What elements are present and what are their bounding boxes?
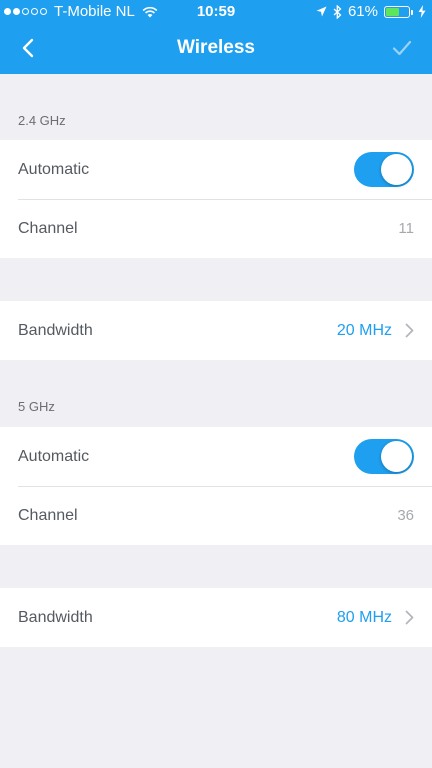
battery-icon	[384, 5, 413, 18]
channel-row-2-4ghz[interactable]: Channel 11	[0, 199, 432, 258]
battery-level-fill	[386, 7, 400, 16]
channel-label-2-4ghz: Channel	[18, 219, 78, 237]
automatic-toggle-5ghz[interactable]	[354, 439, 414, 474]
automatic-toggle-2-4ghz[interactable]	[354, 152, 414, 187]
status-right: 61%	[316, 3, 426, 20]
page-title: Wireless	[177, 37, 255, 58]
section-header-5ghz: 5 GHz	[18, 399, 55, 414]
chevron-right-icon	[405, 323, 414, 338]
automatic-label-5ghz: Automatic	[18, 447, 90, 465]
bandwidth-row-5ghz[interactable]: Bandwidth 80 MHz	[0, 588, 432, 647]
toggle-knob	[381, 154, 412, 185]
toggle-knob	[381, 441, 412, 472]
channel-value-5ghz: 36	[397, 507, 414, 524]
status-bar: T-Mobile NL 10:59 61%	[0, 0, 432, 24]
channel-value-2-4ghz: 11	[398, 220, 414, 237]
group-bandwidth-2-4ghz: Bandwidth 20 MHz	[0, 301, 432, 360]
automatic-row-5ghz: Automatic	[0, 427, 432, 486]
chevron-right-icon	[405, 610, 414, 625]
bandwidth-label-2-4ghz: Bandwidth	[18, 321, 93, 339]
bandwidth-label-5ghz: Bandwidth	[18, 608, 93, 626]
top-bar: T-Mobile NL 10:59 61% Wireless	[0, 0, 432, 74]
checkmark-icon	[392, 40, 412, 56]
channel-row-5ghz[interactable]: Channel 36	[0, 486, 432, 545]
bandwidth-value-2-4ghz: 20 MHz	[336, 321, 392, 339]
battery-percent: 61%	[347, 3, 378, 20]
bandwidth-row-2-4ghz[interactable]: Bandwidth 20 MHz	[0, 301, 432, 360]
bandwidth-value-5ghz: 80 MHz	[336, 608, 392, 626]
location-arrow-icon	[316, 6, 327, 17]
bluetooth-icon	[333, 4, 342, 19]
automatic-row-2-4ghz: Automatic	[0, 140, 432, 199]
group-2-4ghz: Automatic Channel 11	[0, 140, 432, 258]
navigation-bar: Wireless	[0, 24, 432, 74]
channel-label-5ghz: Channel	[18, 506, 78, 524]
group-bandwidth-5ghz: Bandwidth 80 MHz	[0, 588, 432, 647]
confirm-button[interactable]	[386, 32, 418, 64]
section-header-2-4ghz: 2.4 GHz	[18, 113, 66, 128]
group-5ghz: Automatic Channel 36	[0, 427, 432, 545]
charging-bolt-icon	[418, 5, 426, 18]
automatic-label-2-4ghz: Automatic	[18, 160, 90, 178]
